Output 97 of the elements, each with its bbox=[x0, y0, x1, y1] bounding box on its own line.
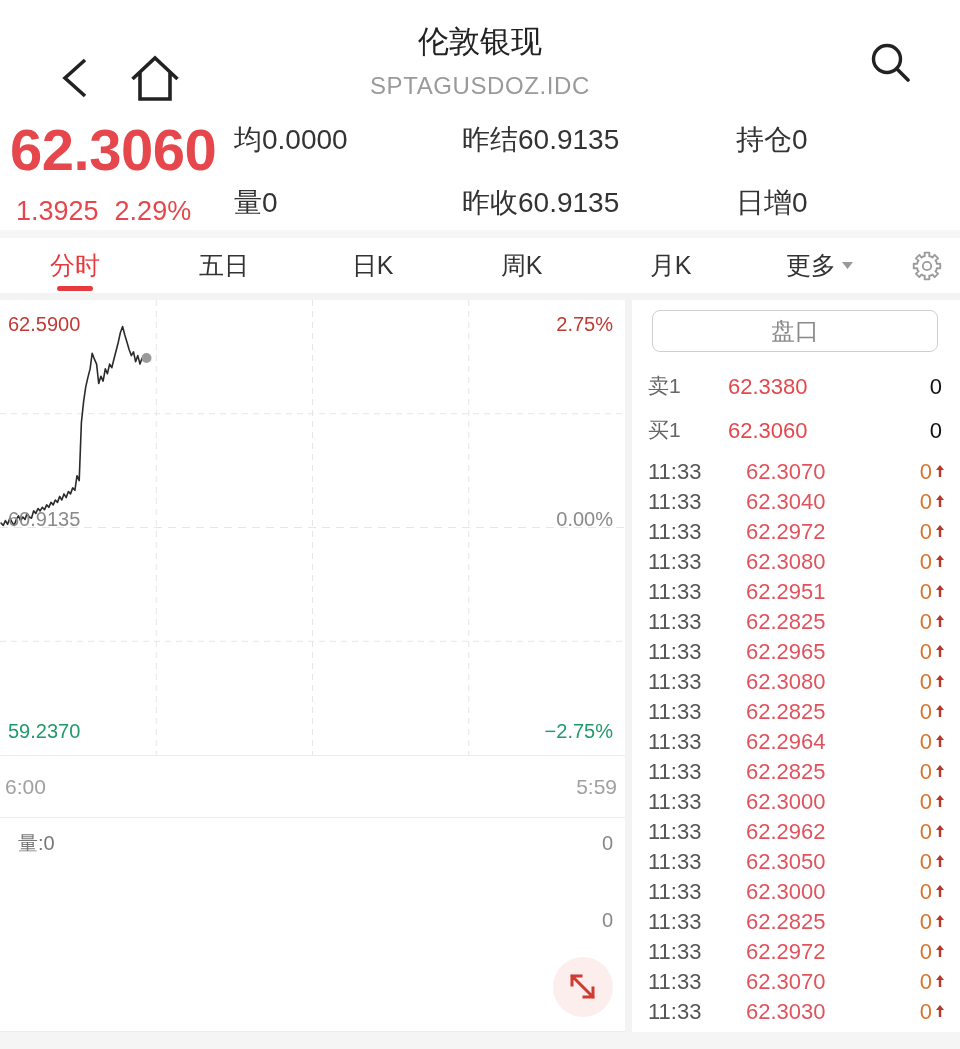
trade-time: 11:33 bbox=[648, 637, 703, 666]
last-point-dot-icon bbox=[141, 353, 152, 363]
chart-tab[interactable]: 五日 bbox=[149, 238, 298, 293]
trade-price: 62.3080 bbox=[746, 667, 826, 696]
trade-price: 62.2825 bbox=[746, 697, 826, 726]
trade-time: 11:33 bbox=[648, 847, 703, 876]
trade-price: 62.2965 bbox=[746, 637, 826, 666]
trade-volume: 0 bbox=[919, 817, 932, 846]
more-dropdown-tab[interactable]: 更多 bbox=[745, 238, 894, 293]
trade-price: 62.3080 bbox=[746, 547, 826, 576]
search-icon[interactable] bbox=[870, 42, 910, 82]
trade-price: 62.3040 bbox=[746, 487, 826, 516]
trade-volume: 0 bbox=[919, 487, 932, 516]
trade-volume: 0 bbox=[919, 577, 932, 606]
trade-time: 11:33 bbox=[648, 727, 703, 756]
volume-label: 量:0 bbox=[18, 831, 55, 856]
level-label: 买1 bbox=[648, 417, 682, 444]
home-icon[interactable] bbox=[130, 55, 180, 101]
chart-tab[interactable]: 分时 bbox=[0, 238, 149, 293]
trade-price: 62.2951 bbox=[746, 577, 826, 606]
trade-volume: 0 bbox=[919, 787, 932, 816]
trade-time: 11:33 bbox=[648, 997, 703, 1026]
trade-volume: 0 bbox=[919, 727, 932, 756]
level-volume: 0 bbox=[929, 372, 942, 401]
trade-time: 11:33 bbox=[648, 667, 703, 696]
chart-tab[interactable]: 日K bbox=[298, 238, 447, 293]
last-price: 62.3060 bbox=[10, 116, 217, 184]
percent-axis-label: 0.00% bbox=[556, 506, 613, 531]
trade-volume: 0 bbox=[919, 997, 932, 1026]
quote-stat: 持仓0 bbox=[736, 123, 808, 157]
level-price: 62.3060 bbox=[728, 416, 808, 445]
volume-axis-label: 0 bbox=[601, 908, 613, 933]
trade-volume: 0 bbox=[919, 547, 932, 576]
trade-price: 62.2972 bbox=[746, 517, 826, 546]
trade-price: 62.3050 bbox=[746, 847, 826, 876]
trade-time: 11:33 bbox=[648, 817, 703, 846]
instrument-title: 伦敦银现 bbox=[418, 23, 542, 61]
trade-volume: 0 bbox=[919, 757, 932, 786]
trade-time: 11:33 bbox=[648, 487, 703, 516]
chart-tab[interactable]: 月K bbox=[596, 238, 745, 293]
percent-axis-label: −2.75% bbox=[544, 718, 613, 743]
trade-price: 62.3070 bbox=[746, 457, 826, 486]
trade-volume: 0 bbox=[919, 637, 932, 666]
trade-time: 11:33 bbox=[648, 697, 703, 726]
trade-price: 62.2962 bbox=[746, 817, 826, 846]
trade-price: 62.3070 bbox=[746, 967, 826, 996]
trade-time: 11:33 bbox=[648, 547, 703, 576]
trade-price: 62.2825 bbox=[746, 907, 826, 936]
trade-volume: 0 bbox=[919, 907, 932, 936]
trade-time: 11:33 bbox=[648, 937, 703, 966]
quote-stat: 昨收60.9135 bbox=[462, 186, 620, 220]
trade-price: 62.3000 bbox=[746, 787, 826, 816]
instrument-code: SPTAGUSDOZ.IDC bbox=[370, 71, 590, 101]
trade-time: 11:33 bbox=[648, 967, 703, 996]
trade-volume: 0 bbox=[919, 937, 932, 966]
trade-volume: 0 bbox=[919, 607, 932, 636]
trade-time: 11:33 bbox=[648, 517, 703, 546]
trade-time: 11:33 bbox=[648, 907, 703, 936]
expand-icon[interactable] bbox=[553, 957, 613, 1017]
trade-volume: 0 bbox=[919, 697, 932, 726]
volume-axis-label: 0 bbox=[601, 831, 613, 856]
trade-volume: 0 bbox=[919, 877, 932, 906]
level-label: 卖1 bbox=[648, 373, 682, 400]
quote-stat: 昨结60.9135 bbox=[462, 123, 620, 157]
trade-price: 62.2972 bbox=[746, 937, 826, 966]
price-axis-label: 59.2370 bbox=[8, 718, 81, 743]
trade-volume: 0 bbox=[919, 457, 932, 486]
price-change: 1.3925 bbox=[16, 195, 99, 228]
quote-stat: 量0 bbox=[234, 186, 278, 220]
price-axis-label: 62.5900 bbox=[8, 312, 81, 336]
trade-price: 62.3030 bbox=[746, 997, 826, 1026]
settings-icon[interactable] bbox=[912, 250, 942, 281]
trade-volume: 0 bbox=[919, 847, 932, 876]
trade-volume: 0 bbox=[919, 517, 932, 546]
chart-tab[interactable]: 周K bbox=[447, 238, 596, 293]
caret-down-icon bbox=[842, 262, 853, 269]
trade-time: 11:33 bbox=[648, 787, 703, 816]
trade-time: 11:33 bbox=[648, 757, 703, 786]
trade-time: 11:33 bbox=[648, 577, 703, 606]
trade-price: 62.2825 bbox=[746, 757, 826, 786]
trade-price: 62.2825 bbox=[746, 607, 826, 636]
quote-stat: 日增0 bbox=[736, 186, 808, 220]
time-axis-label: 5:59 bbox=[576, 773, 617, 800]
time-axis-label: 6:00 bbox=[5, 773, 46, 800]
quote-stat: 均0.0000 bbox=[234, 123, 348, 157]
trade-volume: 0 bbox=[919, 967, 932, 996]
level-price: 62.3380 bbox=[728, 372, 808, 401]
trade-price: 62.2964 bbox=[746, 727, 826, 756]
back-icon[interactable] bbox=[62, 58, 88, 98]
change-percent: 2.29% bbox=[114, 195, 192, 228]
level-volume: 0 bbox=[929, 416, 942, 445]
percent-axis-label: 2.75% bbox=[556, 312, 613, 336]
trade-price: 62.3000 bbox=[746, 877, 826, 906]
trade-time: 11:33 bbox=[648, 457, 703, 486]
trade-time: 11:33 bbox=[648, 607, 703, 636]
trade-time: 11:33 bbox=[648, 877, 703, 906]
trade-volume: 0 bbox=[919, 667, 932, 696]
